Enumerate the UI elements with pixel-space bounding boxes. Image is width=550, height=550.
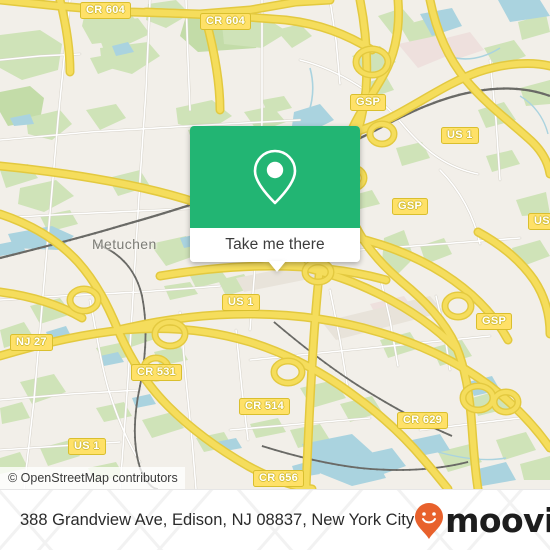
map-pin-icon: [253, 149, 297, 205]
road-shield: CR 629: [397, 412, 449, 429]
footer-bar: 388 Grandview Ave, Edison, NJ 08837, New…: [0, 489, 550, 550]
address-text: 388 Grandview Ave, Edison, NJ 08837, New…: [20, 511, 415, 529]
road-shield: GSP: [476, 313, 513, 330]
moovit-pin-smiley-icon: [415, 502, 444, 539]
road-shield: NJ 27: [10, 334, 53, 351]
road-shield: CR 656: [253, 470, 305, 487]
callout-pointer-tail: [268, 261, 286, 272]
moovit-wordmark: moovit: [445, 501, 550, 540]
city-label: Metuchen: [92, 236, 157, 252]
location-callout-card[interactable]: Take me there: [190, 126, 360, 272]
map-canvas[interactable]: .water { fill:#aad3df; } .waterln { stro…: [0, 0, 550, 489]
road-shield: CR 604: [200, 13, 252, 30]
callout-icon-area: [190, 126, 360, 228]
road-shield: CR 531: [131, 364, 183, 381]
moovit-logo[interactable]: moovit: [414, 502, 550, 540]
road-shield: US 1: [68, 438, 106, 455]
road-shield: US 1: [441, 127, 479, 144]
take-me-there-label: Take me there: [225, 236, 325, 253]
road-shield: GSP: [392, 198, 429, 215]
osm-attribution[interactable]: © OpenStreetMap contributors: [0, 467, 185, 489]
moovit-map-screenshot: .water { fill:#aad3df; } .waterln { stro…: [0, 0, 550, 550]
road-shield: US 1: [222, 294, 260, 311]
road-shield: CR 514: [239, 398, 291, 415]
road-shield: US 1: [528, 213, 550, 230]
road-shield: GSP: [350, 94, 387, 111]
callout-action-area[interactable]: Take me there: [190, 228, 360, 262]
road-shield: CR 604: [80, 2, 132, 19]
